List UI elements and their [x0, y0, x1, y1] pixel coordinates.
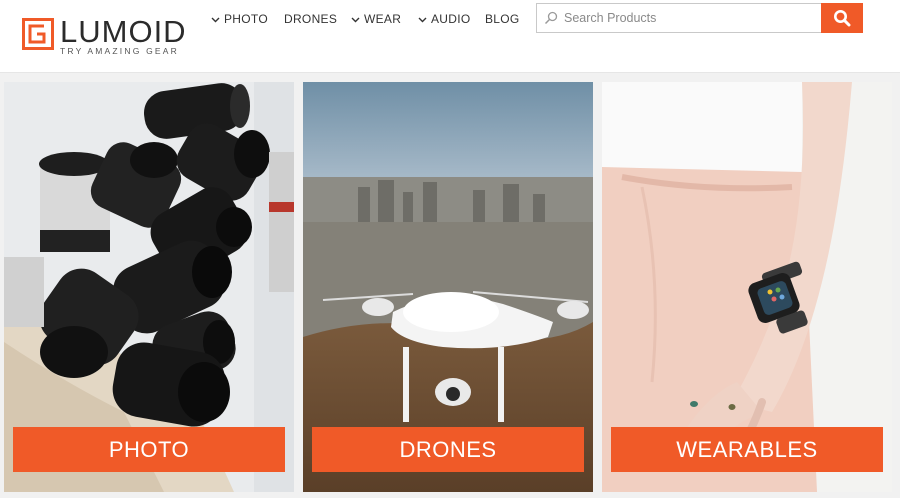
search-icon — [834, 10, 851, 27]
category-label-photo[interactable]: PHOTO — [13, 427, 285, 472]
nav-item-audio[interactable]: AUDIO — [417, 11, 483, 27]
nav-label: PHOTO — [224, 12, 268, 26]
nav-label: WEAR — [364, 12, 402, 26]
category-label-wearables[interactable]: WEARABLES — [611, 427, 883, 472]
category-card-wearables[interactable]: WEARABLES — [602, 82, 892, 492]
category-label-drones[interactable]: DRONES — [312, 427, 584, 472]
brand-name: LUMOID — [60, 14, 187, 49]
category-card-drones[interactable]: DRONES — [303, 82, 593, 492]
chevron-down-icon — [211, 17, 220, 22]
chevron-down-icon — [351, 17, 360, 22]
nav-item-photo[interactable]: PHOTO — [210, 11, 270, 27]
nav-label: DRONES — [284, 12, 338, 26]
category-grid: PHOTO DRONES WEARABLES — [0, 73, 900, 498]
nav-item-drones[interactable]: DRONES — [284, 11, 350, 27]
search-field[interactable] — [536, 3, 821, 33]
logo-mark-icon — [22, 18, 54, 50]
nav-label: BLOG — [485, 12, 520, 26]
main-nav: PHOTO DRONES WEAR AUDIO BLOG — [210, 11, 525, 27]
search-input[interactable] — [564, 11, 804, 25]
chevron-down-icon — [418, 17, 427, 22]
search-button[interactable] — [821, 3, 863, 33]
search-icon — [544, 11, 558, 25]
brand-logo[interactable]: LUMOID TRY AMAZING GEAR — [22, 15, 187, 59]
category-card-photo[interactable]: PHOTO — [4, 82, 294, 492]
brand-tagline: TRY AMAZING GEAR — [60, 46, 179, 56]
nav-label: AUDIO — [431, 12, 471, 26]
site-header: LUMOID TRY AMAZING GEAR PHOTO DRONES WEA… — [0, 0, 900, 73]
nav-item-wear[interactable]: WEAR — [350, 11, 406, 27]
nav-item-blog[interactable]: BLOG — [485, 11, 525, 27]
search-bar — [536, 3, 863, 33]
